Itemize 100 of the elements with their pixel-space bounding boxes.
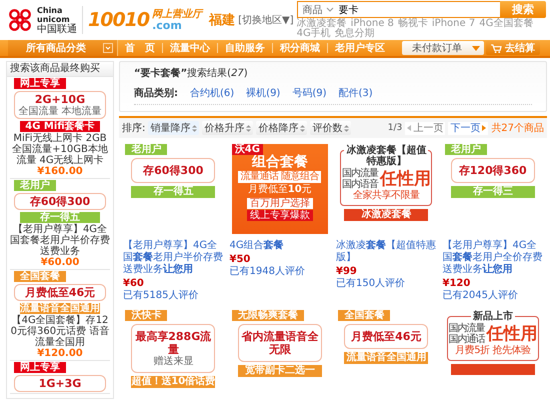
promo-label: 线上专享爆款: [246, 210, 313, 221]
promo-heading: 新品上市: [470, 311, 515, 322]
promo-subline: 赠送来显: [152, 356, 194, 367]
promo-tag: 老用户: [444, 144, 487, 155]
promo-title: 组合套餐: [252, 154, 308, 170]
region-name: 福建: [209, 12, 236, 29]
promo-tag: 网上专享: [14, 362, 66, 373]
search-field[interactable]: 商品 要卡: [296, 1, 500, 18]
promo-tag: 无限畅爽套餐: [232, 310, 304, 321]
product-name-link[interactable]: MiFi无线上网卡 2GB全国流量+10GB本地流量 4G无线上网卡: [10, 133, 110, 166]
promo-price-line: 月费低至10元: [248, 183, 312, 197]
category-link[interactable]: 号码(9): [292, 86, 327, 100]
promo-tag: 老用户: [14, 180, 56, 191]
promo-tag: 全国套餐: [14, 271, 66, 282]
sort-button[interactable]: 评价数: [310, 121, 352, 135]
left-arrow-icon: [407, 125, 412, 131]
promo-headline: 2G+10G: [34, 93, 86, 106]
site-number: 10010: [88, 9, 150, 31]
product-price: ¥99: [336, 266, 358, 278]
promo-line: 国内流量: [342, 168, 378, 178]
search-summary: “要卡套餐”搜索结果(27): [134, 67, 249, 80]
category-link[interactable]: 配件(3): [338, 86, 373, 100]
review-count-link[interactable]: 已有150人评价: [336, 278, 436, 290]
caret-icon: [472, 46, 480, 50]
sort-icon: [246, 124, 252, 132]
promo-tag: 全国套餐: [338, 310, 390, 321]
product-title-link[interactable]: 【老用户尊享】4G全国套餐老用户半价存费送费业务让您用: [123, 240, 224, 276]
category-link[interactable]: 裸机(9): [246, 86, 280, 100]
site-suffix: .com: [152, 20, 183, 31]
promo-bar: 超值！送10倍话费: [131, 376, 216, 388]
logo-text: unicom: [37, 14, 71, 24]
product-title-link[interactable]: 4G组合套餐: [230, 240, 330, 252]
review-count-link[interactable]: 已有1948人评价: [230, 266, 330, 278]
product-price: ¥120.00: [37, 348, 83, 359]
product-price: ¥60.00: [40, 257, 80, 268]
hot-search-link[interactable]: iPhone 7: [432, 19, 476, 29]
promo-headline: 月费低至46元: [350, 330, 422, 343]
promo-headline: 最高享288G流量: [134, 330, 212, 356]
caret-icon: [103, 43, 113, 53]
promo-tag: 沃快卡: [125, 310, 168, 321]
sort-icon: [300, 124, 306, 132]
promo-headline: 任性用: [380, 168, 431, 190]
promo-label: 百万用户选择: [246, 198, 313, 209]
promo-subline: 全家共享不限量: [353, 190, 420, 202]
promo-headline: 任性用: [486, 323, 538, 344]
product-price: ¥50: [230, 254, 252, 266]
category-dropdown[interactable]: 商品: [298, 2, 339, 16]
promo-headline: 存120得360: [458, 164, 528, 177]
cart-icon: [491, 44, 502, 52]
product-price: ¥60: [123, 278, 145, 290]
promo-headline: 省内流量语音全无限: [240, 330, 319, 356]
sort-button[interactable]: 价格升序: [202, 121, 254, 135]
sort-button[interactable]: 价格降序: [256, 121, 308, 135]
right-arrow-icon: [482, 125, 486, 131]
product-price: ¥120: [442, 278, 472, 290]
promo-heading: 冰激凌套餐【超值特惠版】: [344, 145, 428, 167]
logo-text: 中国联通: [37, 24, 77, 34]
menu-label: 所有商品分类: [26, 41, 86, 55]
promo-line: 国内语音: [342, 178, 378, 190]
corner-badge: 沃4G: [232, 144, 263, 155]
site-tagline: 网上营业厅: [152, 9, 202, 20]
promo-bar: 存一得五: [131, 186, 216, 198]
promo-bar: 存一得五: [20, 212, 100, 223]
review-count-link[interactable]: 已有2045人评价: [442, 290, 543, 302]
product-title-link[interactable]: 【老用户尊享】4G全国套餐老用户全价存费送费业务让您用: [442, 240, 543, 276]
promo-headline: 月费低至46元: [24, 286, 96, 299]
hot-search-link[interactable]: 畅视卡: [398, 19, 428, 29]
next-page-button[interactable]: 下一页: [448, 122, 488, 134]
previous-page-button[interactable]: 上一页: [405, 122, 446, 134]
promo-bar: 4G Mifi套餐卡: [20, 121, 100, 132]
hot-search-link[interactable]: 冰激凌套餐: [296, 19, 347, 29]
hot-search-link[interactable]: 免息分期: [334, 29, 375, 39]
hot-search-link[interactable]: iPhone 8: [350, 19, 394, 29]
sort-button[interactable]: 销量降序: [148, 121, 200, 135]
sort-label: 排序:: [122, 122, 146, 135]
promo-bar: 冰激凌套餐: [344, 209, 428, 221]
hot-search-link[interactable]: 4G手机: [296, 29, 331, 39]
product-title-link[interactable]: 冰激凌套餐【超值特惠版】: [336, 240, 436, 264]
promo-headline: 存60得300: [28, 195, 92, 208]
promo-line: 国内通话: [448, 334, 484, 344]
product-price: ¥160.00: [37, 166, 83, 177]
region-switch-link[interactable]: [切换地区▼]: [238, 13, 294, 27]
promo-subline: 全国流量 本地流量: [17, 106, 103, 117]
logo-text: China: [37, 6, 64, 14]
chevron-icon: [326, 7, 334, 12]
promo-line: 国内流量: [448, 322, 484, 334]
category-link[interactable]: 合约机(6): [190, 86, 234, 100]
hot-search-link[interactable]: 4G全国套餐: [479, 19, 534, 29]
promo-bar: 宽带副卡二选一: [238, 365, 322, 377]
promo-subline: 月费5折 抢先体验: [455, 345, 530, 357]
category-label: 商品类别:: [134, 86, 178, 100]
product-name-link[interactable]: 【老用户尊享】4G全国套餐老用户半价存费送费业务: [10, 224, 110, 257]
unpaid-orders-dropdown[interactable]: 未付款订单: [402, 41, 484, 55]
promo-tag: 老用户: [125, 144, 168, 155]
review-count-link[interactable]: 已有5185人评价: [123, 290, 224, 302]
knot-logo-icon: [6, 8, 34, 32]
product-name-link[interactable]: 【4G全国套餐】存120元得360元话费 语音流量全国用: [10, 315, 110, 348]
promo-headline: 1G+3G: [38, 377, 82, 390]
promo-bar: 存一得三: [450, 186, 535, 198]
page-indicator: 1/3: [388, 123, 402, 133]
